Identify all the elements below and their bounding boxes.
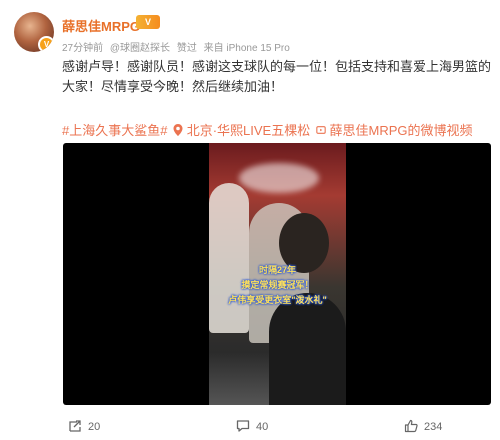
via-user[interactable]: @球圈赵探长 bbox=[110, 43, 170, 54]
like-icon bbox=[404, 419, 418, 433]
location-link[interactable]: 北京·华熙LIVE五棵松 bbox=[187, 123, 311, 138]
comment-icon bbox=[236, 420, 250, 432]
video-player[interactable]: 时隔27年 摸定常规赛冠军！ 卢伟享受更衣室"泼水礼" bbox=[63, 143, 491, 405]
post-time[interactable]: 27分钟前 bbox=[62, 43, 103, 54]
video-frame: 时隔27年 摸定常规赛冠军！ 卢伟享受更衣室"泼水礼" bbox=[209, 143, 346, 405]
avatar[interactable]: V bbox=[14, 12, 54, 52]
video-caption-2: 摸定常规赛冠军！ bbox=[241, 280, 314, 290]
video-caption-1: 时隔27年 bbox=[258, 265, 296, 275]
topic-link[interactable]: #上海久事大鲨鱼# bbox=[62, 123, 167, 138]
post-tags: #上海久事大鲨鱼# 北京·华熙LIVE五棵松 薛思佳MRPG的微博视频 bbox=[62, 120, 475, 139]
author-name[interactable]: 薛思佳MRPG bbox=[62, 16, 140, 35]
video-caption-3: 卢伟享受更衣室"泼水礼" bbox=[228, 295, 327, 305]
video-link-icon bbox=[316, 126, 326, 134]
video-link[interactable]: 薛思佳MRPG的微博视频 bbox=[329, 123, 472, 138]
comment-button[interactable]: 40 bbox=[236, 419, 268, 433]
repost-button[interactable]: 20 bbox=[68, 419, 100, 433]
repost-count: 20 bbox=[88, 421, 101, 433]
liked-label: 赞过 bbox=[176, 43, 197, 54]
post-meta: 27分钟前 @球圈赵探长 赞过 来自 iPhone 15 Pro bbox=[62, 39, 294, 54]
vip-badge: V bbox=[136, 15, 160, 29]
like-button[interactable]: 234 bbox=[404, 419, 442, 433]
like-count: 234 bbox=[424, 421, 443, 433]
comment-count: 40 bbox=[256, 421, 269, 433]
repost-icon bbox=[69, 420, 81, 432]
verified-badge-icon: V bbox=[38, 36, 54, 52]
post-text: 感谢卢导！感谢队员！感谢这支球队的每一位！包括支持和喜爱上海男篮的大家！尽情享受… bbox=[62, 59, 492, 94]
location-pin-icon bbox=[173, 124, 183, 136]
post-source: 来自 iPhone 15 Pro bbox=[203, 43, 290, 54]
action-bar: 20 40 234 bbox=[0, 414, 500, 440]
